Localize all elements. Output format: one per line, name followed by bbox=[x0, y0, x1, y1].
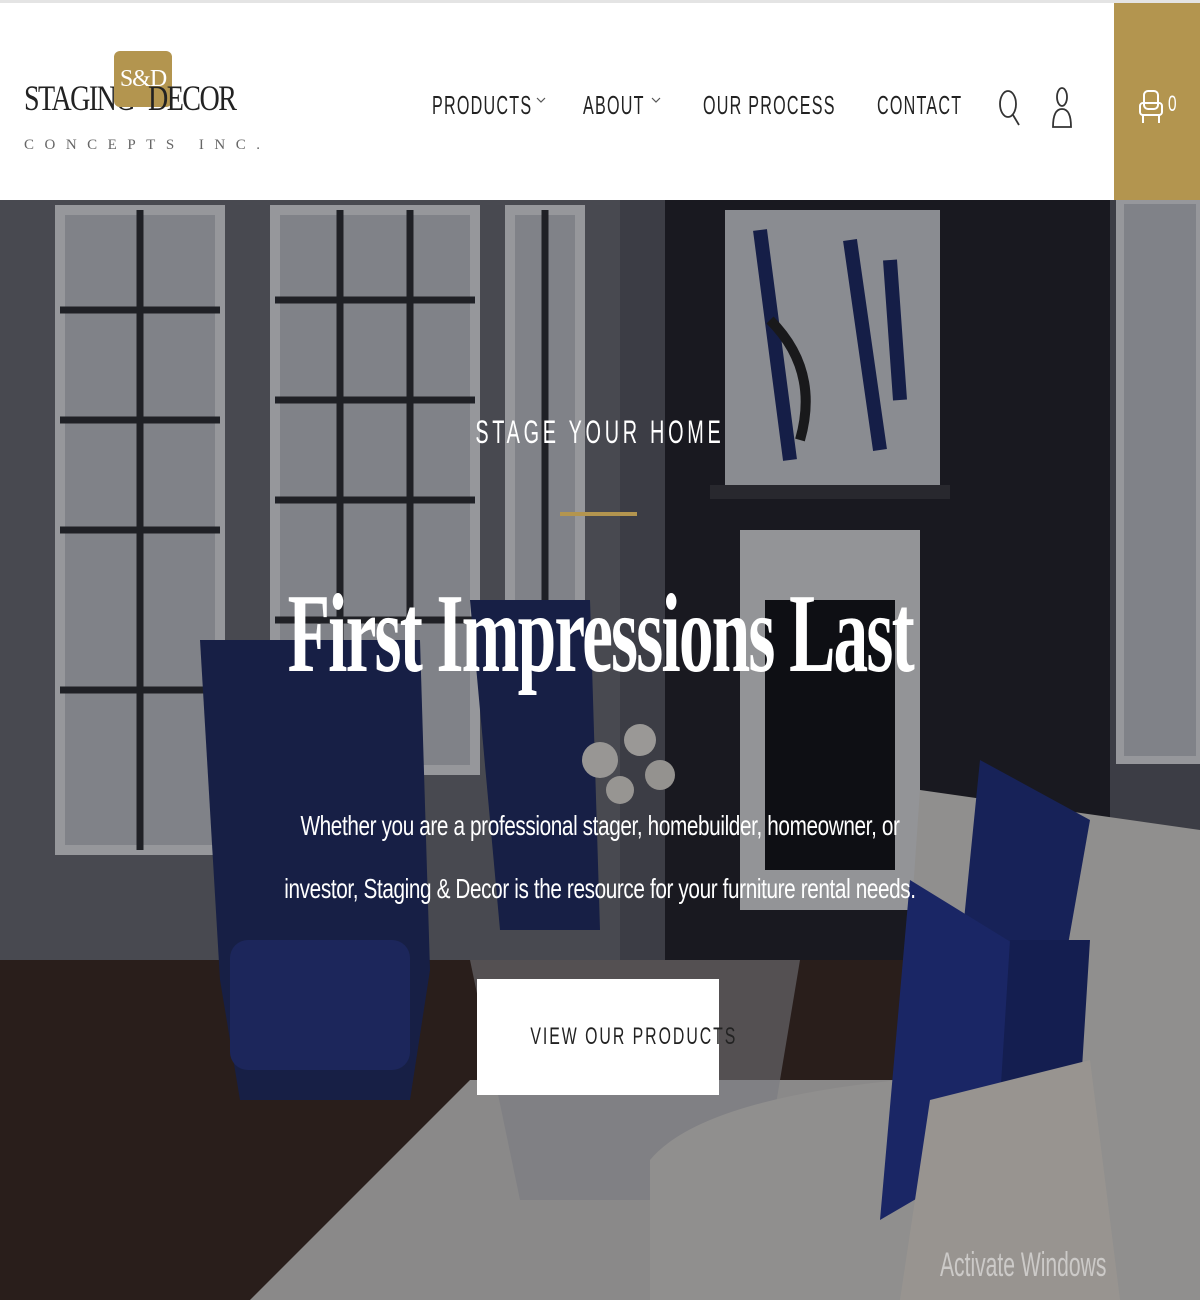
brand-logo[interactable]: STAGING S&D DECOR CONCEPTS INC. bbox=[24, 49, 260, 159]
cart-count: 0 bbox=[1168, 91, 1177, 116]
hero-banner: STAGE YOUR HOME First Impressions Last W… bbox=[0, 200, 1200, 1300]
chevron-down-icon bbox=[536, 97, 546, 103]
nav-label-about: ABOUT bbox=[583, 89, 645, 120]
cart-button[interactable]: 0 bbox=[1114, 3, 1200, 203]
nav-item-about[interactable]: ABOUT bbox=[583, 83, 663, 127]
hero-eyebrow-text: STAGE YOUR HOME bbox=[475, 414, 725, 450]
chevron-down-icon bbox=[651, 97, 661, 103]
account-button[interactable] bbox=[1044, 83, 1080, 131]
site-header: STAGING S&D DECOR CONCEPTS INC. PRODUCTS… bbox=[0, 0, 1200, 203]
nav-item-our-process[interactable]: OUR PROCESS bbox=[703, 83, 836, 127]
search-icon bbox=[999, 90, 1020, 126]
nav-item-products[interactable]: PRODUCTS bbox=[432, 83, 552, 127]
view-products-label: VIEW OUR PRODUCTS bbox=[530, 1023, 738, 1050]
activate-windows-watermark: Activate Windows bbox=[940, 1246, 1107, 1284]
hero-description-line-2: investor, Staging & Decor is the resourc… bbox=[284, 873, 916, 904]
search-button[interactable] bbox=[992, 83, 1028, 131]
armchair-cart-icon bbox=[1139, 90, 1163, 123]
nav-item-contact[interactable]: CONTACT bbox=[877, 83, 967, 127]
view-products-button[interactable]: VIEW OUR PRODUCTS bbox=[477, 979, 735, 1095]
logo-tagline: CONCEPTS INC. bbox=[24, 137, 271, 153]
nav-label-products: PRODUCTS bbox=[432, 89, 533, 120]
hero-description: Whether you are a professional stager, h… bbox=[0, 794, 1200, 920]
hero-headline: First Impressions Last bbox=[0, 574, 1200, 694]
hero-description-line-1: Whether you are a professional stager, h… bbox=[300, 810, 900, 841]
logo-word-decor: DECOR bbox=[148, 78, 237, 118]
nav-label-contact: CONTACT bbox=[877, 89, 963, 120]
hero-eyebrow: STAGE YOUR HOME bbox=[0, 414, 1200, 451]
hero-divider bbox=[560, 512, 637, 516]
nav-label-our-process: OUR PROCESS bbox=[703, 89, 836, 120]
user-icon bbox=[1052, 87, 1072, 128]
hero-headline-text: First Impressions Last bbox=[287, 572, 914, 696]
hero-dark-overlay bbox=[0, 200, 1200, 1300]
